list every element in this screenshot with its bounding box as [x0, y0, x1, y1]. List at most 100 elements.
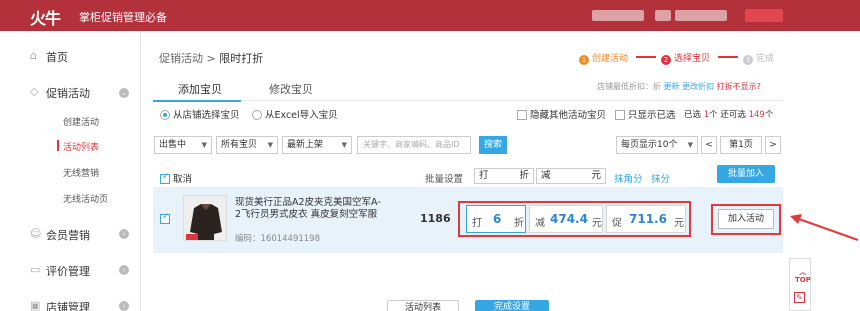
step-number: 1 — [579, 55, 589, 65]
sidebar-item-label: 促销活动 — [46, 87, 90, 100]
sort-select[interactable]: 最新上架 ▼ — [282, 136, 352, 154]
chevron-down-icon: ▼ — [687, 141, 693, 149]
only-selected-checkbox[interactable]: 只显示已选 — [615, 107, 676, 121]
reduce-value: 474.4 — [550, 212, 588, 226]
step-connector — [636, 56, 656, 58]
input-suffix: 折 — [519, 170, 529, 181]
input-prefix: 减 — [541, 170, 551, 181]
account-info-blurred — [592, 10, 644, 21]
radio-from-excel[interactable]: 从Excel导入宝贝 — [252, 107, 338, 121]
top-bar: 火牛 掌柜促销管理必备 — [0, 0, 860, 31]
checkbox-box — [615, 110, 625, 120]
step-select: 2 选择宝贝 — [661, 51, 710, 65]
annotation-arrow — [790, 214, 859, 241]
change-discount-link[interactable]: 更改折扣 — [682, 82, 714, 91]
select-value: 每页显示10个 — [621, 140, 678, 150]
round-fen-link[interactable]: 抹分 — [651, 171, 670, 185]
back-to-list-button[interactable]: 活动列表 — [387, 300, 459, 311]
selected-prefix: 已选 — [684, 110, 702, 120]
join-activity-button[interactable]: 加入活动 — [718, 209, 774, 229]
category-select[interactable]: 所有宝贝 ▼ — [216, 136, 278, 154]
input-suffix: 折 — [514, 218, 524, 229]
checkbox-box — [517, 110, 527, 120]
promo-value: 711.6 — [629, 212, 667, 226]
home-icon: ⌂ — [30, 49, 37, 62]
step-done: 3 完成 — [743, 51, 774, 65]
cancel-all-checkbox[interactable]: 取消 — [160, 171, 192, 185]
product-code: 编码：16014491198 — [235, 234, 320, 244]
sidebar-item-label: 会员营销 — [46, 229, 90, 242]
sidebar-item-label: 店铺管理 — [46, 301, 90, 311]
input-prefix: 打 — [479, 170, 489, 181]
round-jiao-link[interactable]: 抹角分 — [614, 171, 643, 185]
chevron-right-icon[interactable]: › — [119, 301, 129, 311]
breadcrumb-parent[interactable]: 促销活动 — [159, 52, 203, 65]
tab-add-item[interactable]: 添加宝贝 — [178, 81, 222, 97]
checkbox-label: 取消 — [173, 174, 193, 185]
bulk-add-button[interactable]: 批量加入 — [717, 165, 775, 183]
select-value: 最新上架 — [287, 140, 324, 150]
discount-input[interactable]: 打 6 折 — [466, 205, 526, 233]
back-to-top-button[interactable]: ︿ TOP — [795, 268, 811, 284]
edit-icon[interactable]: ✎ — [794, 292, 805, 303]
sidebar-item-home[interactable]: ⌂ 首页 — [30, 49, 68, 65]
sidebar-item-label: 评价管理 — [46, 265, 90, 278]
current-page[interactable]: 第1页 — [720, 136, 762, 154]
chevron-right-icon[interactable]: › — [119, 265, 129, 275]
next-page-button[interactable]: > — [765, 136, 781, 154]
tab-label: 添加宝贝 — [178, 83, 222, 96]
checkbox-box — [160, 212, 170, 224]
reduce-input[interactable]: 减 474.4 元 — [529, 205, 603, 233]
tab-edit-item[interactable]: 修改宝贝 — [269, 81, 313, 97]
sidebar-item-mobile-marketing[interactable]: 无线营销 — [63, 166, 99, 179]
input-suffix: 元 — [592, 218, 602, 229]
row-checkbox[interactable] — [160, 212, 173, 225]
shop-icon: ▣ — [30, 299, 41, 311]
status-select[interactable]: 出售中 ▼ — [154, 136, 212, 154]
step-number: 3 — [743, 55, 753, 65]
search-button[interactable]: 搜索 — [479, 136, 507, 154]
sidebar-item-promotions[interactable]: ◇ 促销活动 — [30, 85, 90, 101]
breadcrumb: 促销活动 > 限时打折 — [159, 50, 263, 66]
logout-button[interactable] — [745, 9, 783, 22]
step-connector — [718, 56, 738, 58]
chevron-right-icon[interactable]: › — [119, 229, 129, 239]
update-link[interactable]: 更新 — [664, 82, 680, 91]
discount-value: 6 — [493, 212, 502, 226]
checkbox-label: 隐藏其他活动宝贝 — [530, 110, 607, 121]
batch-set-label: 批量设置 — [425, 174, 464, 185]
search-input[interactable]: 关键字、商家编码、商品ID — [357, 136, 471, 154]
breadcrumb-separator: > — [206, 52, 216, 65]
batch-reduce-input[interactable]: 减元 — [536, 168, 606, 184]
selected-suffix: 个 — [709, 110, 718, 120]
account-info-blurred — [655, 10, 671, 21]
discount-not-shown-link[interactable]: 打折不显示? — [717, 82, 761, 91]
finish-setup-button[interactable]: 完成设置 — [475, 300, 549, 311]
sidebar-item-mobile-activity-page[interactable]: 无线活动页 — [63, 192, 108, 205]
product-thumbnail[interactable] — [183, 195, 227, 241]
sidebar-item-member-marketing[interactable]: ☺ 会员营销 — [30, 227, 90, 243]
sidebar-item-create-activity[interactable]: 创建活动 — [63, 115, 99, 128]
chevron-down-icon[interactable]: ⌄ — [119, 88, 129, 98]
radio-label: 从店铺选择宝贝 — [173, 110, 240, 121]
active-indicator — [57, 140, 59, 151]
page-size-select[interactable]: 每页显示10个 ▼ — [616, 136, 698, 154]
sidebar-item-review-management[interactable]: ▭ 评价管理 — [30, 263, 90, 279]
tab-label: 修改宝贝 — [269, 83, 313, 96]
product-title[interactable]: 现货美行正品A2皮夹克美国空军A-2飞行员男式皮衣 真皮复刻空军服 — [235, 197, 385, 221]
sidebar-item-activity-list[interactable]: 活动列表 — [63, 140, 99, 153]
step-create: 1 创建活动 — [579, 51, 628, 65]
comment-icon: ▭ — [30, 263, 41, 276]
batch-discount-input[interactable]: 打折 — [474, 168, 534, 184]
input-prefix: 减 — [535, 218, 545, 229]
select-value: 所有宝贝 — [221, 140, 258, 150]
radio-dot — [160, 110, 170, 120]
radio-from-shop[interactable]: 从店铺选择宝贝 — [160, 107, 240, 121]
promo-price-input[interactable]: 促 711.6 元 — [606, 205, 686, 233]
app-logo[interactable]: 火牛 — [30, 5, 61, 29]
selection-count: 已选 1个 还可选 149个 — [684, 108, 773, 120]
breadcrumb-current: 限时打折 — [219, 52, 264, 65]
prev-page-button[interactable]: < — [701, 136, 717, 154]
sidebar-item-shop-management[interactable]: ▣ 店铺管理 — [30, 299, 90, 311]
hide-other-activity-checkbox[interactable]: 隐藏其他活动宝贝 — [517, 107, 606, 121]
